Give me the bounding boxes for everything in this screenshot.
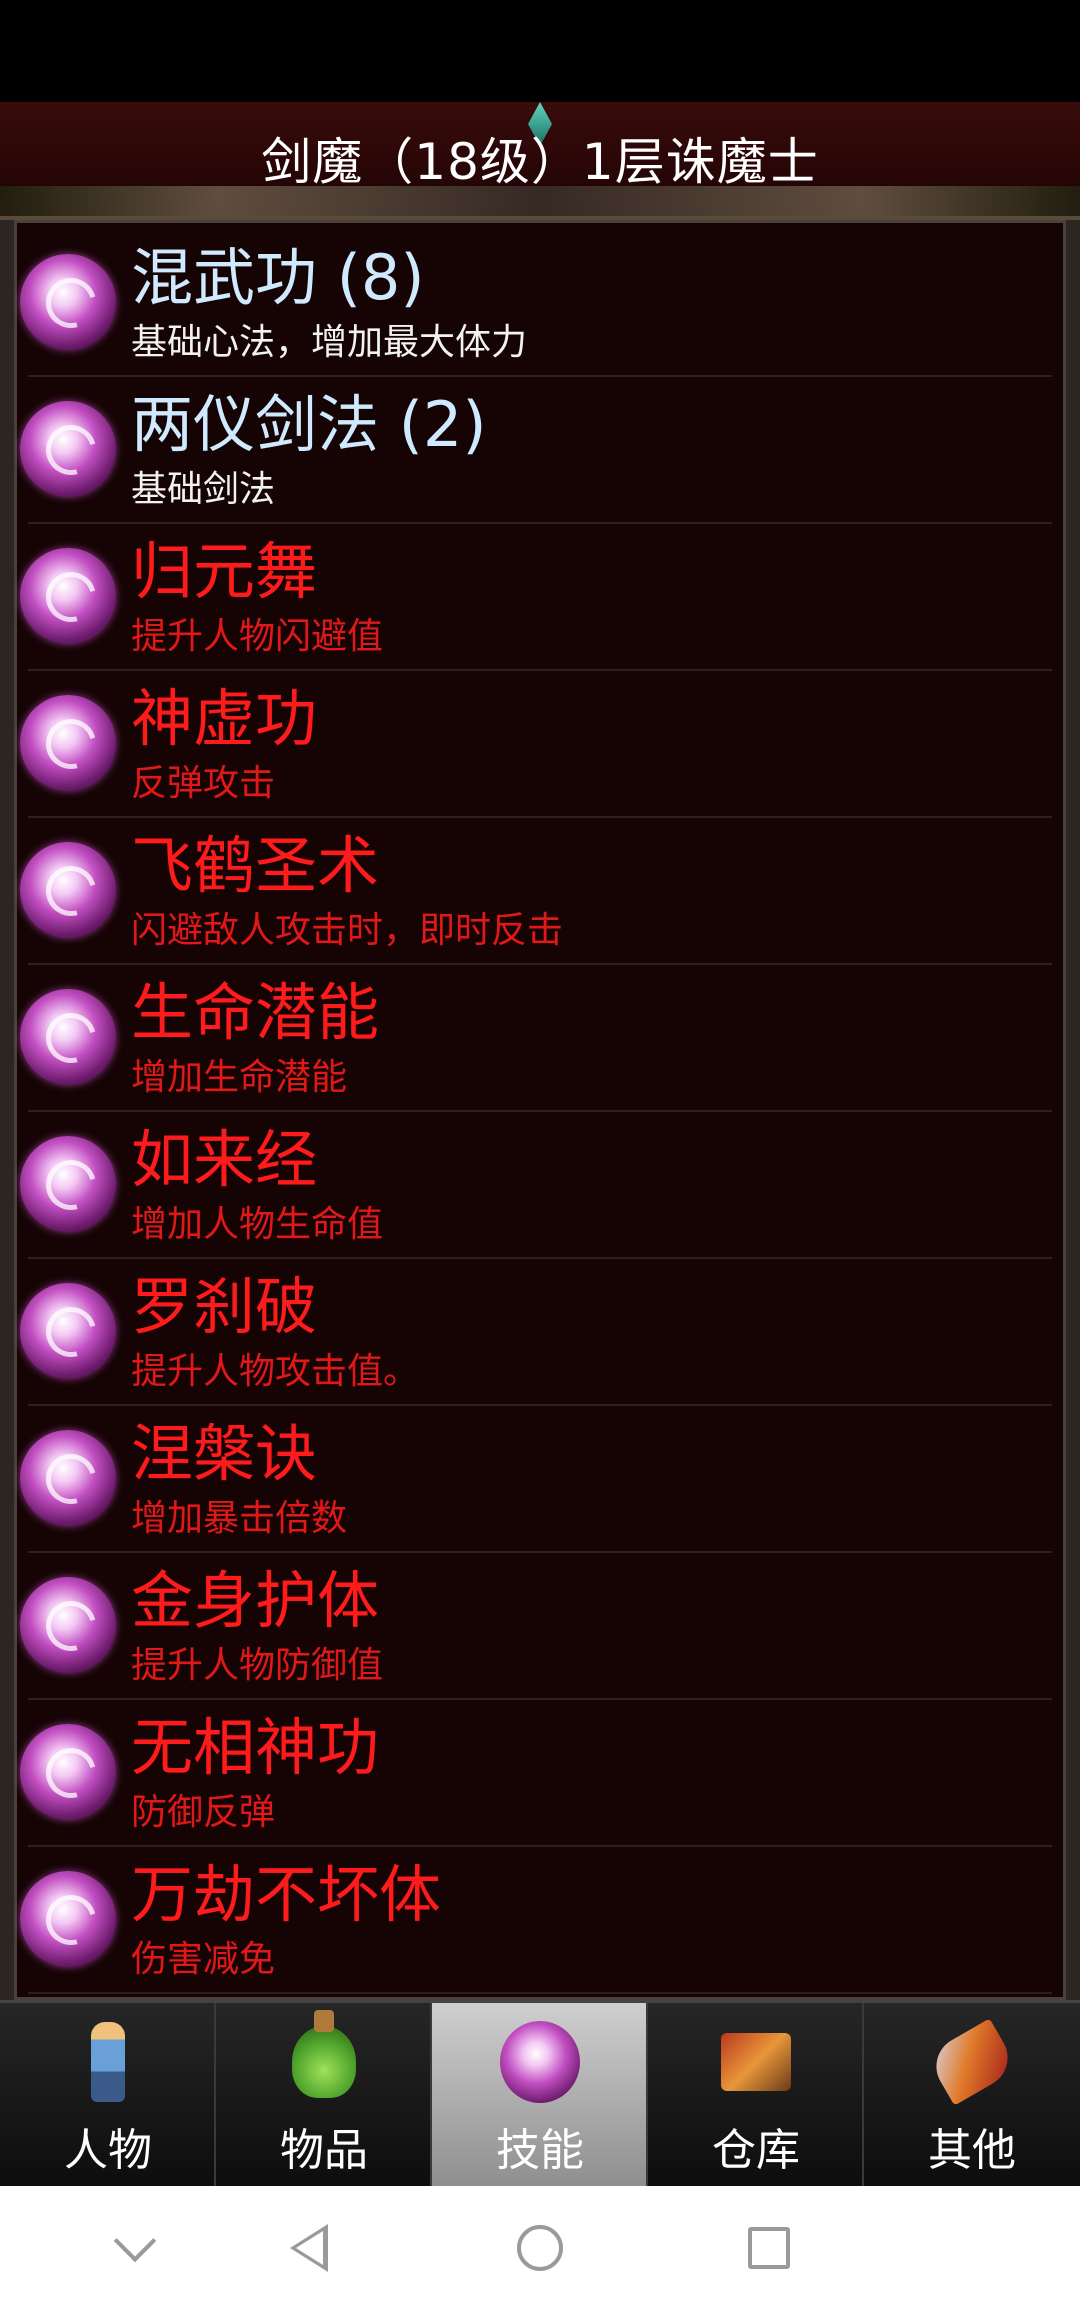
skill-name: 两仪剑法 (2)	[131, 388, 487, 461]
skill-name: 无相神功	[131, 1711, 380, 1784]
skill-row[interactable]: 飞鹤圣术 闪避敌人攻击时，即时反击	[20, 818, 1052, 965]
tab-label: 技能	[496, 2125, 584, 2176]
header: 剑魔（18级）1层诛魔士	[0, 102, 1080, 220]
skill-name: 万劫不坏体	[131, 1858, 442, 1931]
back-triangle-icon[interactable]	[271, 2210, 347, 2286]
recent-apps-square-icon[interactable]	[731, 2210, 807, 2286]
skill-orb-icon	[20, 1136, 116, 1232]
skill-name: 神虚功	[131, 682, 318, 755]
skill-description: 基础剑法	[131, 469, 276, 510]
skill-orb-icon	[500, 2017, 580, 2107]
tab-label: 仓库	[712, 2125, 800, 2176]
page-title: 剑魔（18级）1层诛魔士	[261, 133, 819, 191]
character-icon	[68, 2017, 148, 2107]
tab-warehouse[interactable]: 仓库	[648, 2003, 864, 2186]
collapse-chevron-icon[interactable]	[97, 2210, 173, 2286]
status-bar	[0, 0, 1080, 102]
skill-description: 闪避敌人攻击时，即时反击	[131, 910, 564, 951]
skill-row[interactable]: 神虚功 反弹攻击	[20, 671, 1052, 818]
skill-orb-icon	[20, 1430, 116, 1526]
skill-row[interactable]: 生命潜能 增加生命潜能	[20, 965, 1052, 1112]
skill-row[interactable]: 金身护体 提升人物防御值	[20, 1553, 1052, 1700]
skill-description: 提升人物闪避值	[131, 616, 384, 657]
skill-row[interactable]: 万劫不坏体 伤害减免	[20, 1847, 1052, 1994]
skill-name: 生命潜能	[131, 976, 380, 1049]
tab-character[interactable]: 人物	[0, 2003, 216, 2186]
skill-name: 罗刹破	[131, 1270, 318, 1343]
skill-description: 提升人物攻击值。	[131, 1351, 420, 1392]
skill-orb-icon	[20, 842, 116, 938]
skill-description: 基础心法，增加最大体力	[131, 322, 528, 363]
skill-description: 增加生命潜能	[131, 1057, 348, 1098]
skill-row[interactable]: 两仪剑法 (2) 基础剑法	[20, 377, 1052, 524]
skill-orb-icon	[20, 548, 116, 644]
warehouse-icon	[716, 2017, 796, 2107]
skill-list[interactable]: 混武功 (8) 基础心法，增加最大体力 两仪剑法 (2) 基础剑法 归元舞 提升…	[20, 230, 1052, 1994]
tab-label: 物品	[280, 2125, 368, 2176]
skill-name: 金身护体	[131, 1564, 380, 1637]
skill-name: 如来经	[131, 1123, 318, 1196]
skill-orb-icon	[20, 1724, 116, 1820]
home-circle-icon[interactable]	[502, 2210, 578, 2286]
skill-orb-icon	[20, 254, 116, 350]
bottom-tab-bar: 人物 物品 技能 仓库 其他	[0, 2000, 1080, 2186]
skill-list-panel[interactable]: 混武功 (8) 基础心法，增加最大体力 两仪剑法 (2) 基础剑法 归元舞 提升…	[0, 220, 1080, 2000]
skill-orb-icon	[20, 1871, 116, 1967]
skill-description: 防御反弹	[131, 1792, 276, 1833]
potion-icon	[284, 2010, 364, 2107]
sword-icon	[925, 2017, 1019, 2107]
tab-skills[interactable]: 技能	[432, 2003, 648, 2186]
skill-orb-icon	[20, 695, 116, 791]
tab-label: 其他	[928, 2125, 1016, 2176]
skill-description: 增加人物生命值	[131, 1204, 384, 1245]
tab-items[interactable]: 物品	[216, 2003, 432, 2186]
system-navigation-bar	[0, 2186, 1080, 2310]
skill-orb-icon	[20, 989, 116, 1085]
skill-description: 伤害减免	[131, 1939, 276, 1980]
skill-description: 提升人物防御值	[131, 1645, 384, 1686]
tab-label: 人物	[64, 2125, 152, 2176]
skill-orb-icon	[20, 401, 116, 497]
skill-row[interactable]: 混武功 (8) 基础心法，增加最大体力	[20, 230, 1052, 377]
skill-orb-icon	[20, 1283, 116, 1379]
skill-description: 反弹攻击	[131, 763, 276, 804]
skill-name: 飞鹤圣术	[131, 829, 380, 902]
skill-row[interactable]: 归元舞 提升人物闪避值	[20, 524, 1052, 671]
skill-name: 混武功 (8)	[131, 241, 425, 314]
skill-row[interactable]: 如来经 增加人物生命值	[20, 1112, 1052, 1259]
skill-name: 归元舞	[131, 535, 318, 608]
skill-row[interactable]: 罗刹破 提升人物攻击值。	[20, 1259, 1052, 1406]
skill-description: 增加暴击倍数	[131, 1498, 348, 1539]
tab-other[interactable]: 其他	[864, 2003, 1080, 2186]
skill-orb-icon	[20, 1577, 116, 1673]
skill-name: 涅槃诀	[131, 1417, 318, 1490]
skill-row[interactable]: 涅槃诀 增加暴击倍数	[20, 1406, 1052, 1553]
skill-row[interactable]: 无相神功 防御反弹	[20, 1700, 1052, 1847]
